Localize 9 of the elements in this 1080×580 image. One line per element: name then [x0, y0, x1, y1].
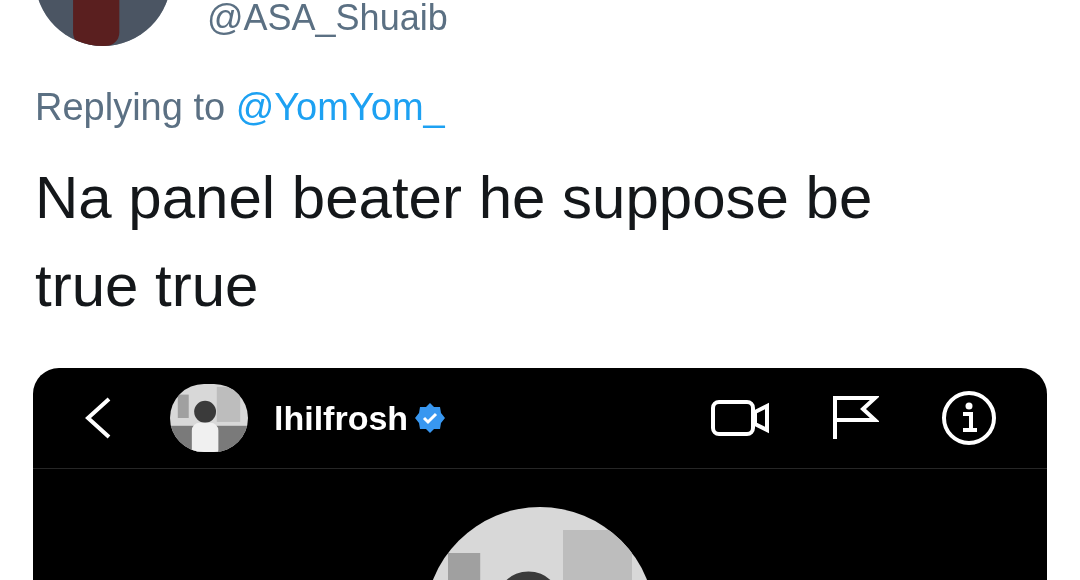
tweet-text: Na panel beater he suppose be true true — [35, 163, 874, 321]
user-handle: @ASA_Shuaib — [207, 0, 448, 36]
back-icon[interactable] — [83, 396, 113, 440]
video-call-icon[interactable] — [711, 398, 771, 438]
flag-icon[interactable] — [831, 395, 879, 441]
username: lhilfrosh — [274, 397, 409, 439]
info-icon[interactable] — [941, 390, 997, 446]
mention-link[interactable]: @YomYom_ — [235, 86, 445, 128]
replying-label: Replying to — [35, 86, 226, 128]
